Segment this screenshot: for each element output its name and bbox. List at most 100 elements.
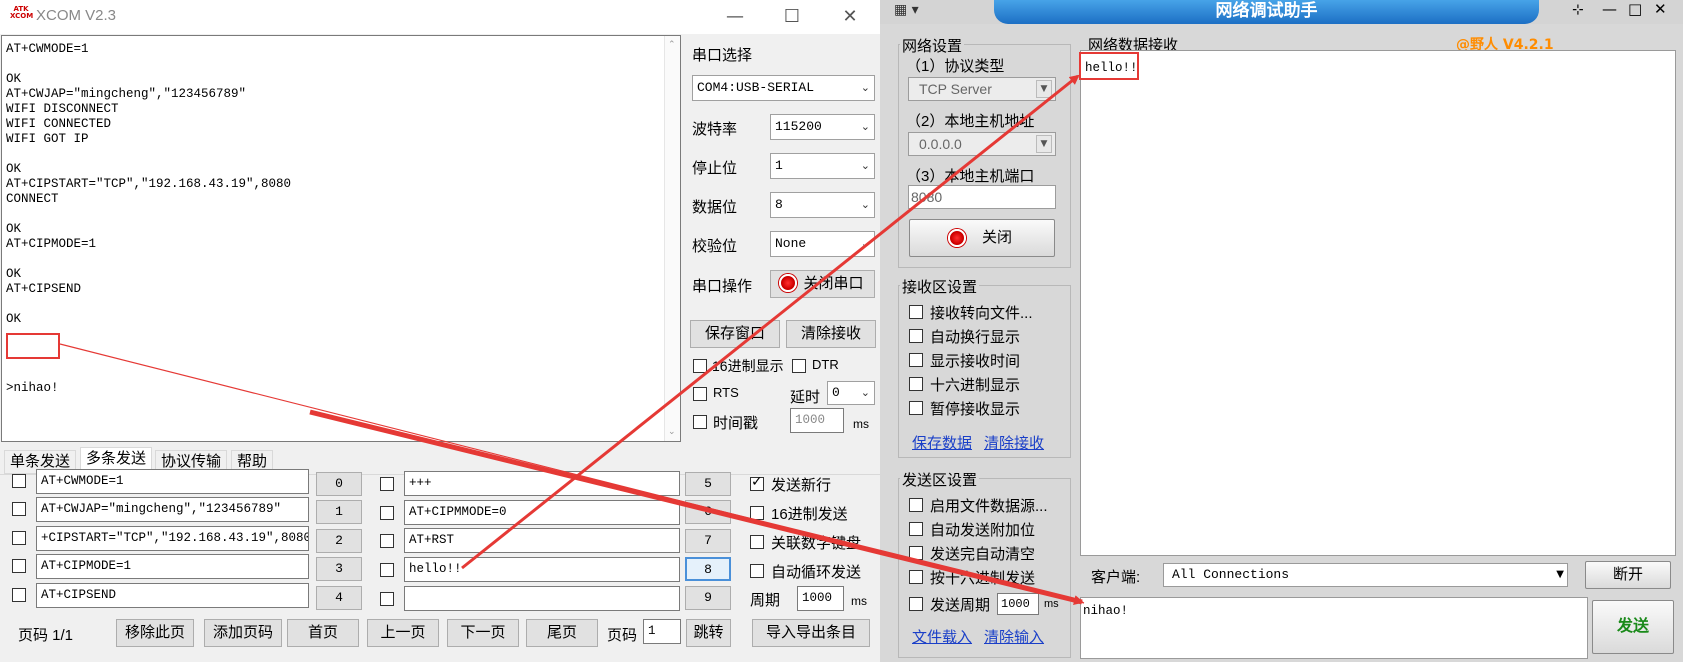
cmd-5-input[interactable]: +++ <box>404 471 680 496</box>
maximize-icon[interactable]: □ <box>1628 0 1642 18</box>
cmd-8-send-button[interactable]: 8 <box>685 557 731 581</box>
net-receive-area[interactable]: hello!! <box>1080 50 1676 556</box>
auto-wrap-checkbox[interactable] <box>909 329 923 343</box>
hex-send-net-checkbox[interactable] <box>909 570 923 584</box>
dtr-checkbox[interactable] <box>792 359 806 373</box>
page-input[interactable]: 1 <box>643 619 681 644</box>
cmd-9-send-button[interactable]: 9 <box>685 586 731 610</box>
cmd-2-input[interactable]: +CIPSTART="TCP","192.168.43.19",8080 <box>36 526 309 551</box>
cmd-2-send-button[interactable]: 2 <box>316 529 362 553</box>
send-period-input[interactable]: 1000 <box>997 593 1039 615</box>
pause-recv-checkbox[interactable] <box>909 401 923 415</box>
import-export-button[interactable]: 导入导出条目 <box>752 619 870 647</box>
close-port-button[interactable]: 关闭串口 <box>770 270 875 298</box>
cmd-2-checkbox[interactable] <box>12 531 26 545</box>
baud-label: 波特率 <box>692 121 738 138</box>
receive-area[interactable]: AT+CWMODE=1 OK AT+CWJAP="mingcheng","123… <box>1 35 681 442</box>
hex-display-recv-checkbox[interactable] <box>909 377 923 391</box>
cmd-7-send-button[interactable]: 7 <box>685 529 731 553</box>
cmd-6-input[interactable]: AT+CIPMMODE=0 <box>404 500 680 525</box>
file-source-checkbox[interactable] <box>909 498 923 512</box>
receive-scrollbar[interactable]: ⌃ ⌄ <box>664 36 680 441</box>
cmd-0-input[interactable]: AT+CWMODE=1 <box>36 469 309 494</box>
cmd-4-send-button[interactable]: 4 <box>316 586 362 610</box>
minimize-icon[interactable]: — <box>1602 0 1617 18</box>
send-period-checkbox[interactable] <box>909 597 923 611</box>
maximize-icon[interactable]: ☐ <box>772 4 812 30</box>
auto-loop-checkbox[interactable] <box>750 564 764 578</box>
close-icon[interactable]: ✕ <box>1654 0 1667 18</box>
scroll-up-icon[interactable]: ⌃ <box>668 40 676 50</box>
cmd-5-send-button[interactable]: 5 <box>685 472 731 496</box>
cmd-0-checkbox[interactable] <box>12 474 26 488</box>
link-numpad-checkbox[interactable] <box>750 535 764 549</box>
add-page-button[interactable]: 添加页码 <box>204 619 282 647</box>
close-icon[interactable]: ✕ <box>830 4 870 30</box>
cmd-4-checkbox[interactable] <box>12 588 26 602</box>
cmd-7-checkbox[interactable] <box>380 534 394 548</box>
cmd-9-checkbox[interactable] <box>380 592 394 606</box>
cmd-3-send-button[interactable]: 3 <box>316 557 362 581</box>
cmd-9-input[interactable] <box>404 586 680 611</box>
append-bits-checkbox[interactable] <box>909 522 923 536</box>
save-data-link[interactable]: 保存数据 <box>912 432 972 453</box>
protocol-select[interactable]: TCP Server ▼ <box>908 77 1056 101</box>
stop-bits-select[interactable]: 1 ⌄ <box>770 153 875 179</box>
parity-select[interactable]: None ⌄ <box>770 231 875 257</box>
hex-display-checkbox[interactable] <box>693 359 707 373</box>
cmd-1-send-button[interactable]: 1 <box>316 500 362 524</box>
pin-icon[interactable]: ⊹ <box>1572 2 1584 18</box>
hex-send-checkbox[interactable] <box>750 506 764 520</box>
file-load-link[interactable]: 文件载入 <box>912 626 972 647</box>
cmd-6-send-button[interactable]: 6 <box>685 500 731 524</box>
cmd-3-checkbox[interactable] <box>12 559 26 573</box>
local-ip-label: （2）本地主机地址 <box>906 113 1035 130</box>
cmd-8-input[interactable]: hello!! <box>404 557 680 582</box>
auto-clear-checkbox[interactable] <box>909 546 923 560</box>
app-menu-icon[interactable]: ▦ ▾ <box>894 2 919 18</box>
timestamp-checkbox[interactable] <box>693 415 707 429</box>
recv-to-file-checkbox[interactable] <box>909 305 923 319</box>
clear-input-link[interactable]: 清除输入 <box>984 626 1044 647</box>
rts-checkbox[interactable] <box>693 387 707 401</box>
disconnect-button[interactable]: 断开 <box>1585 561 1671 589</box>
clear-recv-link[interactable]: 清除接收 <box>984 432 1044 453</box>
delay-select[interactable]: 0 ⌄ <box>827 381 875 405</box>
save-window-button[interactable]: 保存窗口 <box>690 320 780 348</box>
period-input[interactable]: 1000 <box>797 586 844 611</box>
clear-receive-button[interactable]: 清除接收 <box>786 320 876 348</box>
remove-page-button[interactable]: 移除此页 <box>116 619 194 647</box>
close-server-button[interactable]: 关闭 <box>909 219 1055 257</box>
cmd-8-checkbox[interactable] <box>380 563 394 577</box>
baud-select[interactable]: 115200 ⌄ <box>770 114 875 140</box>
cmd-0-send-button[interactable]: 0 <box>316 472 362 496</box>
cmd-3-input[interactable]: AT+CIPMODE=1 <box>36 554 309 579</box>
next-page-button[interactable]: 下一页 <box>447 619 519 647</box>
scroll-down-icon[interactable]: ⌄ <box>668 427 676 437</box>
client-select[interactable]: All Connections ▼ <box>1163 563 1568 587</box>
local-ip-select[interactable]: 0.0.0.0 ▼ <box>908 132 1056 156</box>
cmd-7-input[interactable]: AT+RST <box>404 528 680 553</box>
send-button[interactable]: 发送 <box>1592 600 1674 654</box>
prev-page-button[interactable]: 上一页 <box>367 619 439 647</box>
port-status-led-icon <box>779 274 797 292</box>
cmd-1-checkbox[interactable] <box>12 502 26 516</box>
cmd-6-checkbox[interactable] <box>380 506 394 520</box>
show-recv-time-checkbox[interactable] <box>909 353 923 367</box>
local-port-input[interactable]: 8080 <box>908 185 1056 209</box>
first-page-button[interactable]: 首页 <box>287 619 359 647</box>
minimize-icon[interactable]: — <box>715 4 755 30</box>
timestamp-label: 时间戳 <box>713 415 759 432</box>
auto-wrap-label: 自动换行显示 <box>930 329 1021 346</box>
cmd-4-input[interactable]: AT+CIPSEND <box>36 583 309 608</box>
port-select[interactable]: COM4:USB-SERIAL ⌄ <box>692 75 875 101</box>
last-page-button[interactable]: 尾页 <box>526 619 598 647</box>
jump-button[interactable]: 跳转 <box>686 619 731 647</box>
timestamp-interval-input[interactable]: 1000 <box>790 408 844 433</box>
cmd-1-input[interactable]: AT+CWJAP="mingcheng","123456789" <box>36 497 309 522</box>
parity-label: 校验位 <box>692 238 738 255</box>
net-send-input[interactable]: nihao! <box>1080 597 1588 659</box>
send-newline-checkbox[interactable] <box>750 474 764 491</box>
data-bits-select[interactable]: 8 ⌄ <box>770 192 875 218</box>
cmd-5-checkbox[interactable] <box>380 477 394 491</box>
